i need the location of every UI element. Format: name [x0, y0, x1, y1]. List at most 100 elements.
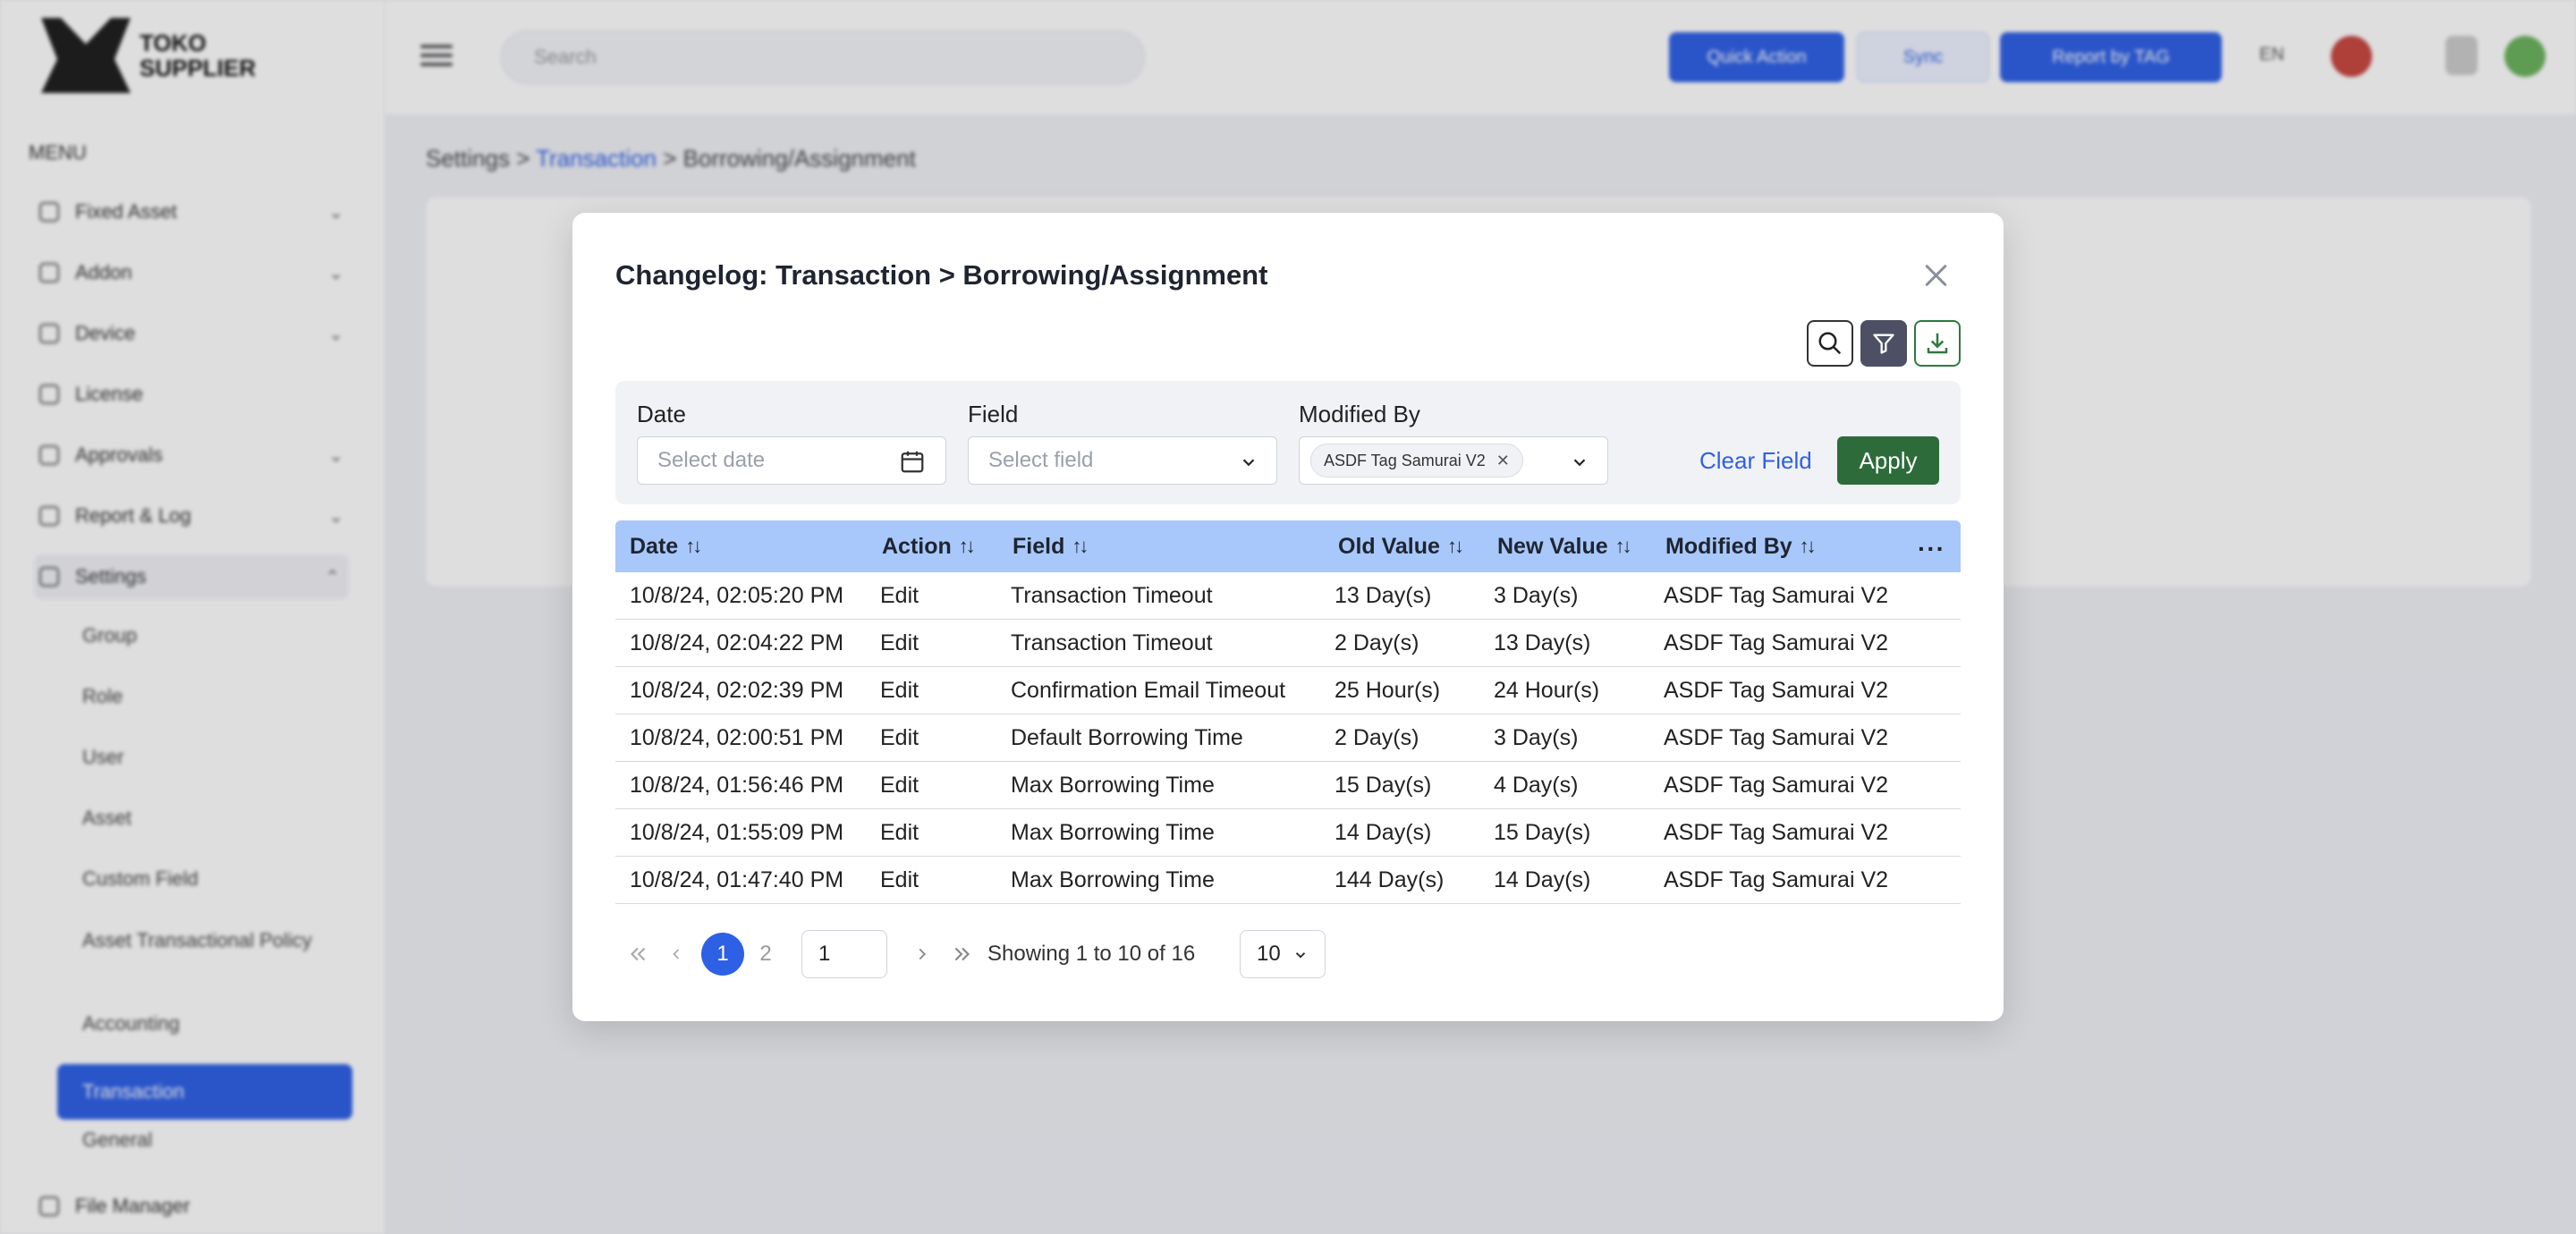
- search-button[interactable]: [1807, 320, 1853, 367]
- table-cell: 24 Hour(s): [1494, 678, 1600, 703]
- table-row[interactable]: 10/8/24, 02:00:51 PM Edit Default Borrowin…: [615, 714, 1961, 762]
- chevron-down-icon: [1295, 952, 1306, 959]
- modal-title: Changelog: Transaction > Borrowing/Assig…: [615, 259, 1268, 291]
- date-filter-input[interactable]: Select date: [637, 436, 946, 485]
- column-header[interactable]: Old Value ↑↓: [1338, 520, 1464, 572]
- filter-panel: Date Select date Field Select field Modi…: [615, 381, 1961, 504]
- column-header[interactable]: Modified By ↑↓: [1665, 520, 1817, 572]
- sort-icon[interactable]: ↑↓: [1615, 535, 1632, 558]
- sort-icon[interactable]: ↑↓: [685, 535, 702, 558]
- page-size-value: 10: [1257, 942, 1281, 966]
- date-placeholder: Select date: [657, 448, 766, 472]
- table-cell: 3 Day(s): [1494, 725, 1579, 750]
- table-cell: Edit: [880, 630, 919, 655]
- table-cell: 15 Day(s): [1335, 773, 1432, 798]
- column-header-label: Field: [1013, 533, 1065, 559]
- calendar-icon: [901, 451, 924, 473]
- table-cell: 144 Day(s): [1335, 867, 1445, 892]
- table-cell: 4 Day(s): [1494, 773, 1579, 798]
- chevron-down-icon: [1242, 459, 1255, 467]
- table-cell: 2 Day(s): [1335, 630, 1419, 655]
- clear-field-button[interactable]: Clear Field: [1699, 447, 1812, 475]
- table-cell: 10/8/24, 02:00:51 PM: [630, 725, 844, 750]
- table-cell: 2 Day(s): [1335, 725, 1419, 750]
- table-cell: Transaction Timeout: [1011, 630, 1213, 655]
- table-cell: ASDF Tag Samurai V2: [1664, 867, 1889, 892]
- column-header[interactable]: Field ↑↓: [1013, 520, 1089, 572]
- column-header[interactable]: Action ↑↓: [882, 520, 976, 572]
- filter-button[interactable]: [1860, 320, 1907, 367]
- chevron-down-icon: [1573, 459, 1586, 467]
- table-cell: Max Borrowing Time: [1011, 773, 1215, 798]
- modified-by-chip: ASDF Tag Samurai V2 ✕: [1310, 444, 1523, 478]
- last-page-icon[interactable]: [948, 930, 977, 978]
- page-1-button[interactable]: 1: [701, 933, 744, 976]
- changelog-modal: Changelog: Transaction > Borrowing/Assig…: [572, 213, 2004, 1021]
- sort-icon[interactable]: ↑↓: [1072, 535, 1089, 558]
- table-cell: Max Borrowing Time: [1011, 867, 1215, 892]
- table-cell: ASDF Tag Samurai V2: [1664, 820, 1889, 845]
- apply-button[interactable]: Apply: [1837, 436, 1939, 485]
- table-cell: 13 Day(s): [1494, 630, 1591, 655]
- chip-remove-icon[interactable]: ✕: [1496, 452, 1510, 470]
- field-filter-label: Field: [968, 401, 1019, 427]
- more-options-icon[interactable]: ···: [1918, 535, 1945, 563]
- table-cell: Confirmation Email Timeout: [1011, 678, 1286, 703]
- column-header-label: Action: [882, 533, 952, 559]
- table-body: 10/8/24, 02:05:20 PM Edit Transaction Time…: [615, 572, 1961, 904]
- column-header[interactable]: Date ↑↓: [630, 520, 702, 572]
- table-cell: Max Borrowing Time: [1011, 820, 1215, 845]
- page-number-input[interactable]: 1: [801, 930, 887, 978]
- table-row[interactable]: 10/8/24, 01:55:09 PM Edit Max Borrowing Ti…: [615, 809, 1961, 857]
- column-header-label: Old Value: [1338, 533, 1440, 559]
- table-cell: Default Borrowing Time: [1011, 725, 1243, 750]
- table-cell: ASDF Tag Samurai V2: [1664, 678, 1889, 703]
- field-filter-select[interactable]: Select field: [968, 436, 1277, 485]
- page-2-button[interactable]: 2: [748, 930, 784, 978]
- table-cell: 14 Day(s): [1494, 867, 1591, 892]
- table-row[interactable]: 10/8/24, 02:05:20 PM Edit Transaction Time…: [615, 572, 1961, 620]
- table-row[interactable]: 10/8/24, 02:02:39 PM Edit Confirmation Ema…: [615, 667, 1961, 714]
- table-cell: ASDF Tag Samurai V2: [1664, 725, 1889, 750]
- table-cell: 10/8/24, 02:05:20 PM: [630, 583, 844, 608]
- filter-icon: [1873, 334, 1894, 354]
- table-cell: Edit: [880, 725, 919, 750]
- table-cell: 10/8/24, 02:04:22 PM: [630, 630, 844, 655]
- table-cell: Edit: [880, 867, 919, 892]
- table-cell: Edit: [880, 820, 919, 845]
- column-header-label: Modified By: [1665, 533, 1792, 559]
- next-page-icon[interactable]: [909, 930, 936, 978]
- table-cell: Edit: [880, 678, 919, 703]
- column-header[interactable]: New Value ↑↓: [1497, 520, 1632, 572]
- download-icon: [1927, 333, 1948, 354]
- search-icon: [1818, 332, 1842, 355]
- modified-by-filter-label: Modified By: [1299, 401, 1420, 427]
- pagination: 1 2 1 Showing 1 to 10 of 16 10: [615, 930, 1420, 978]
- sort-icon[interactable]: ↑↓: [1800, 535, 1817, 558]
- table-cell: ASDF Tag Samurai V2: [1664, 773, 1889, 798]
- field-placeholder: Select field: [988, 448, 1094, 472]
- table-cell: 14 Day(s): [1335, 820, 1432, 845]
- modified-by-filter-select[interactable]: ASDF Tag Samurai V2 ✕: [1299, 436, 1608, 485]
- table-cell: Edit: [880, 773, 919, 798]
- table-cell: 25 Hour(s): [1335, 678, 1441, 703]
- page-size-select[interactable]: 10: [1240, 930, 1326, 978]
- table-cell: 10/8/24, 01:55:09 PM: [630, 820, 844, 845]
- table-cell: Edit: [880, 583, 919, 608]
- sort-icon[interactable]: ↑↓: [959, 535, 976, 558]
- table-row[interactable]: 10/8/24, 01:56:46 PM Edit Max Borrowing Ti…: [615, 762, 1961, 809]
- sort-icon[interactable]: ↑↓: [1447, 535, 1464, 558]
- column-header-label: Date: [630, 533, 679, 559]
- table-cell: 10/8/24, 02:02:39 PM: [630, 678, 844, 703]
- table-cell: 10/8/24, 01:56:46 PM: [630, 773, 844, 798]
- export-button[interactable]: [1914, 320, 1961, 367]
- table-cell: ASDF Tag Samurai V2: [1664, 583, 1889, 608]
- first-page-icon[interactable]: [624, 930, 651, 978]
- pagination-info: Showing 1 to 10 of 16: [987, 942, 1196, 966]
- table-row[interactable]: 10/8/24, 01:47:40 PM Edit Max Borrowing Ti…: [615, 857, 1961, 904]
- prev-page-icon[interactable]: [667, 930, 685, 978]
- table-cell: 15 Day(s): [1494, 820, 1591, 845]
- chip-label: ASDF Tag Samurai V2: [1324, 451, 1486, 469]
- close-icon[interactable]: [1919, 259, 1952, 292]
- table-row[interactable]: 10/8/24, 02:04:22 PM Edit Transaction Time…: [615, 620, 1961, 667]
